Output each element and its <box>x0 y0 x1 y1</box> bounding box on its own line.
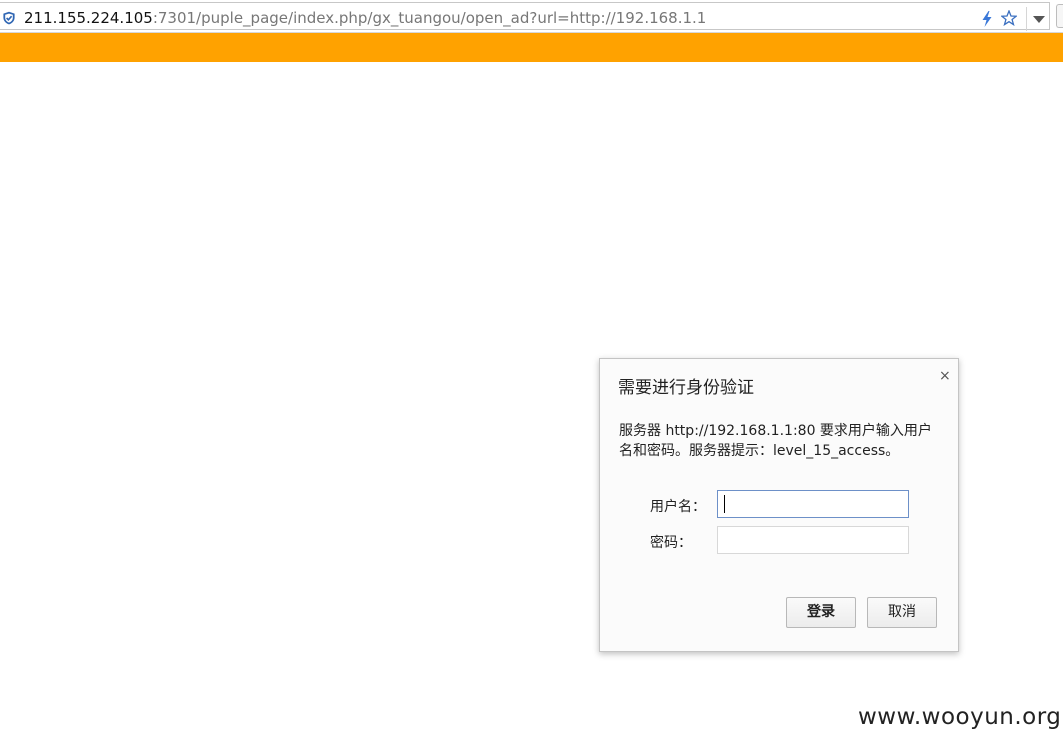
divider <box>1026 7 1027 31</box>
page-banner <box>0 33 1063 62</box>
browser-address-bar: 211.155.224.105:7301/puple_page/index.ph… <box>0 0 1063 33</box>
username-field[interactable] <box>717 490 909 518</box>
toolbar-edge-button[interactable] <box>1056 4 1063 28</box>
username-label: 用户名： <box>650 499 706 515</box>
url-text[interactable]: 211.155.224.105:7301/puple_page/index.ph… <box>24 9 706 27</box>
text-caret <box>724 495 725 513</box>
watermark: www.wooyun.org <box>858 704 1062 730</box>
login-button[interactable]: 登录 <box>786 597 856 628</box>
star-icon[interactable] <box>1001 10 1017 26</box>
password-field[interactable] <box>717 526 909 554</box>
auth-dialog: 需要进行身份验证 × 服务器 http://192.168.1.1:80 要求用… <box>599 358 959 652</box>
cancel-button[interactable]: 取消 <box>867 597 937 628</box>
password-label: 密码： <box>650 535 692 551</box>
shield-icon <box>3 11 15 25</box>
bolt-icon[interactable] <box>981 11 993 27</box>
close-icon[interactable]: × <box>939 368 951 384</box>
url-field[interactable]: 211.155.224.105:7301/puple_page/index.ph… <box>0 2 1050 31</box>
chevron-down-icon[interactable] <box>1033 16 1045 23</box>
url-host: 211.155.224.105 <box>24 9 153 27</box>
dialog-message: 服务器 http://192.168.1.1:80 要求用户输入用户名和密码。服… <box>619 423 932 459</box>
url-path: :7301/puple_page/index.php/gx_tuangou/op… <box>152 9 707 27</box>
dialog-title: 需要进行身份验证 <box>618 378 754 398</box>
